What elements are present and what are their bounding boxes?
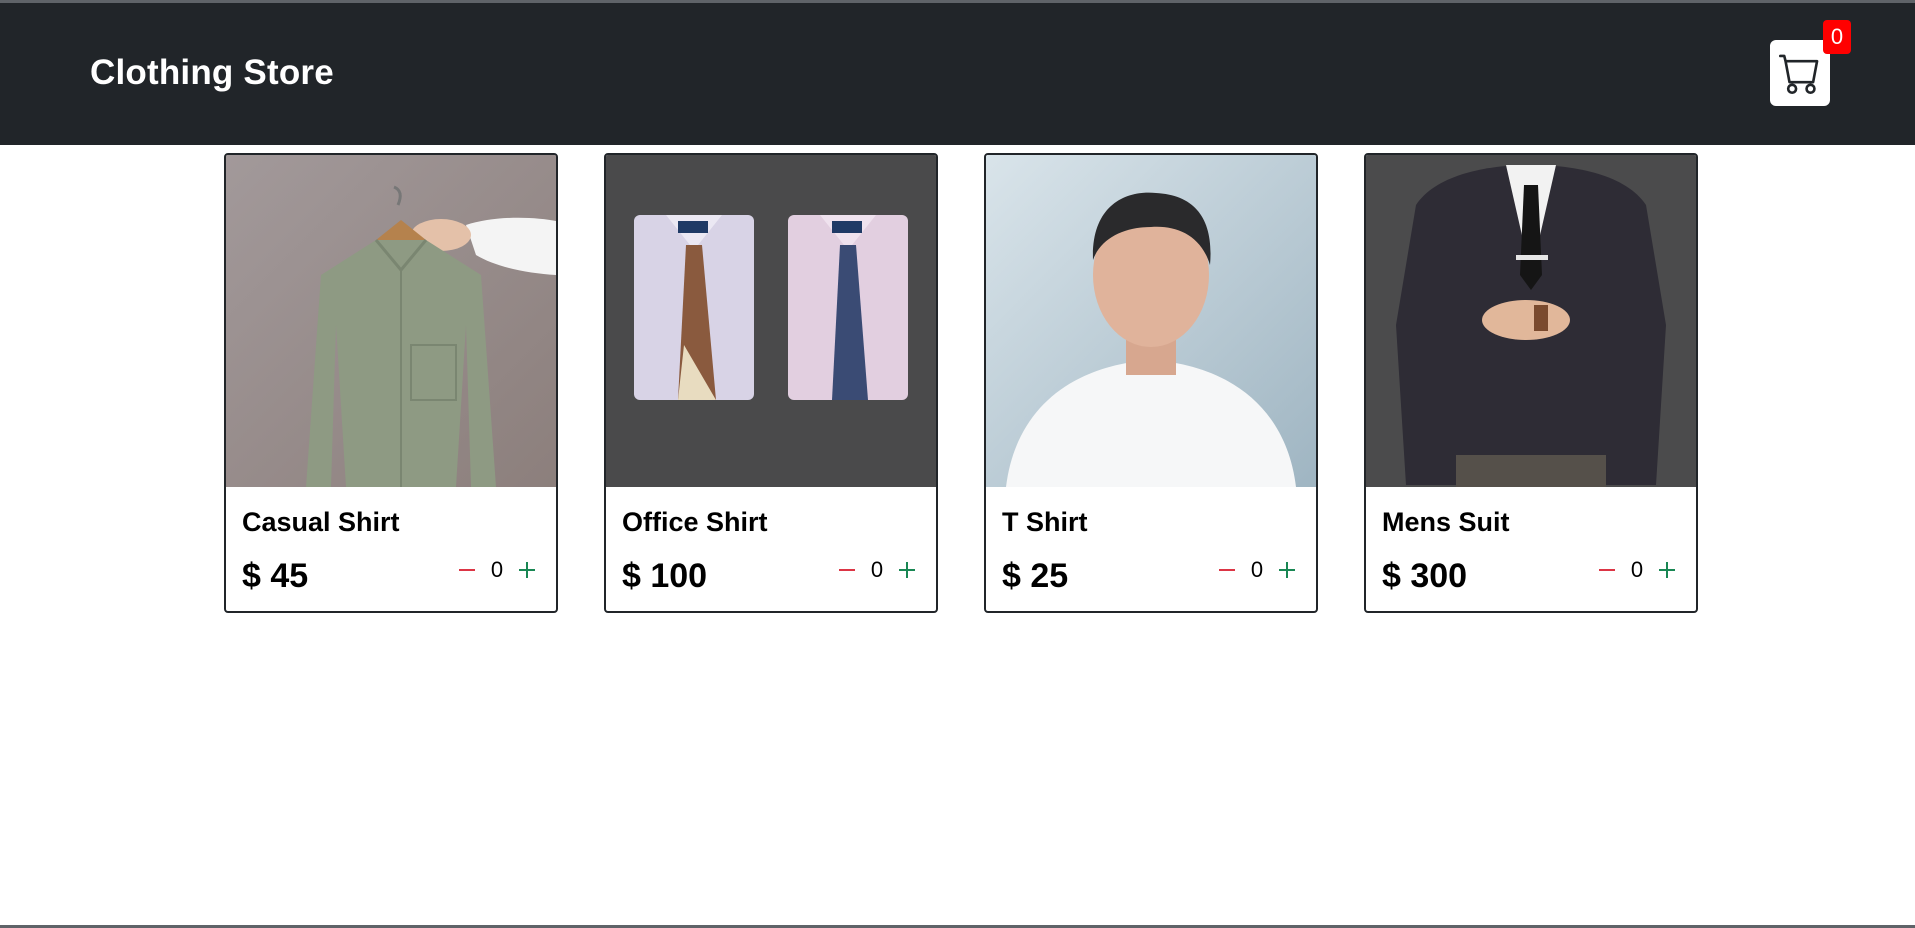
product-image-t-shirt <box>986 155 1316 487</box>
minus-icon <box>1219 569 1235 571</box>
increase-button[interactable] <box>892 553 922 587</box>
product-price: $ 45 <box>242 557 309 595</box>
plus-icon <box>1279 562 1295 578</box>
quantity-value: 0 <box>1630 557 1644 582</box>
navbar: Clothing Store <box>0 3 1915 145</box>
product-card: T Shirt $ 25 0 <box>984 153 1318 613</box>
product-name: Casual Shirt <box>242 507 400 537</box>
quantity-value: 0 <box>1250 557 1264 582</box>
decrease-button[interactable] <box>452 553 482 587</box>
quantity-stepper: 0 <box>1592 553 1682 587</box>
decrease-button[interactable] <box>1592 553 1622 587</box>
product-card: Office Shirt $ 100 0 <box>604 153 938 613</box>
plus-icon <box>519 562 535 578</box>
minus-icon <box>839 569 855 571</box>
product-price: $ 25 <box>1002 557 1069 595</box>
product-price: $ 100 <box>622 557 708 595</box>
plus-icon <box>1659 562 1675 578</box>
cart-count-badge: 0 <box>1823 20 1851 54</box>
minus-icon <box>1599 569 1615 571</box>
decrease-button[interactable] <box>832 553 862 587</box>
plus-icon <box>899 562 915 578</box>
increase-button[interactable] <box>1652 553 1682 587</box>
minus-icon <box>459 569 475 571</box>
increase-button[interactable] <box>1272 553 1302 587</box>
product-price: $ 300 <box>1382 557 1468 595</box>
product-name: T Shirt <box>1002 507 1088 537</box>
product-image-office-shirt <box>606 155 936 487</box>
product-card: Casual Shirt $ 45 0 <box>224 153 558 613</box>
product-card: Mens Suit $ 300 0 <box>1364 153 1698 613</box>
quantity-value: 0 <box>870 557 884 582</box>
quantity-value: 0 <box>490 557 504 582</box>
decrease-button[interactable] <box>1212 553 1242 587</box>
product-name: Mens Suit <box>1382 507 1510 537</box>
quantity-stepper: 0 <box>1212 553 1302 587</box>
cart-button[interactable] <box>1770 40 1830 106</box>
product-image-casual-shirt <box>226 155 556 487</box>
product-name: Office Shirt <box>622 507 768 537</box>
cart-icon <box>1779 54 1819 94</box>
quantity-stepper: 0 <box>452 553 542 587</box>
brand-title[interactable]: Clothing Store <box>90 53 334 93</box>
quantity-stepper: 0 <box>832 553 922 587</box>
increase-button[interactable] <box>512 553 542 587</box>
product-image-mens-suit <box>1366 155 1696 487</box>
